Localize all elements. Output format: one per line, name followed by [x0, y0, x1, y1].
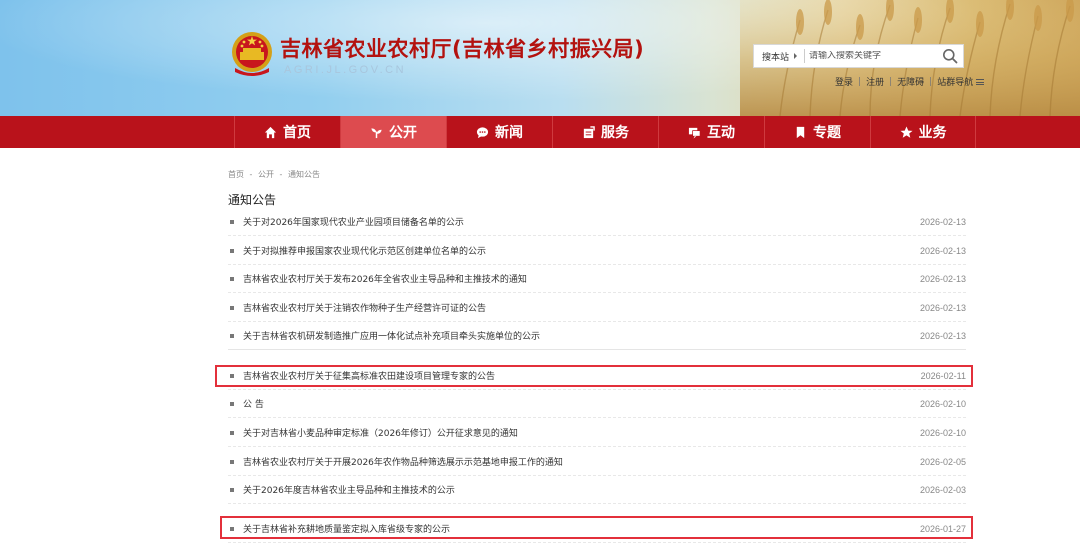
link-separator: | — [858, 76, 862, 87]
nav-item-label: 公开 — [389, 125, 417, 141]
login-link[interactable]: 登录 — [835, 75, 853, 88]
notice-row[interactable]: 吉林省农业农村厅关于征集高标准农田建设项目管理专家的公告 2026-02-11 — [228, 362, 966, 390]
notice-title[interactable]: 公 告 — [243, 397, 920, 410]
bullet-icon — [230, 219, 234, 224]
notice-row[interactable]: 吉林省农业农村厅关于发布2026年全省农业主导品种和主推技术的通知 2026-0… — [228, 265, 966, 293]
nav-item-label: 服务 — [601, 125, 629, 141]
breadcrumb-public[interactable]: 公开 — [258, 170, 274, 179]
notice-date: 2026-02-13 — [919, 302, 966, 313]
notice-row[interactable]: 关于对2026年国家现代农业产业园项目储备名单的公示 2026-02-13 — [228, 208, 966, 236]
link-separator: | — [929, 76, 933, 87]
site-title[interactable]: 吉林省农业农村厅(吉林省乡村振兴局) — [280, 33, 644, 63]
breadcrumb-separator: - — [279, 170, 283, 179]
nav-item-home[interactable]: 首页 — [234, 116, 340, 148]
notice-date: 2026-02-10 — [919, 427, 966, 438]
notice-title[interactable]: 关于对拟推荐申报国家农业现代化示范区创建单位名单的公示 — [243, 244, 920, 257]
search-divider — [804, 49, 805, 63]
notice-title[interactable]: 关于对2026年国家现代农业产业园项目储备名单的公示 — [243, 215, 920, 228]
notice-row[interactable]: 关于吉林省补充耕地质量鉴定拟入库省级专家的公示 2026-01-27 — [228, 515, 966, 543]
nav-item-label: 新闻 — [495, 125, 523, 141]
link-separator: | — [889, 76, 893, 87]
nav-item-topics[interactable]: 专题 — [764, 116, 870, 148]
notice-date: 2026-02-05 — [919, 456, 966, 467]
chat-icon — [476, 126, 489, 138]
bullet-icon — [230, 526, 234, 531]
caret-right-icon — [794, 53, 798, 59]
search-input[interactable] — [809, 51, 939, 61]
register-link[interactable]: 注册 — [866, 75, 884, 88]
notice-title[interactable]: 吉林省农业农村厅关于开展2026年农作物品种筛选展示示范基地申报工作的通知 — [243, 455, 920, 468]
search-box: 搜本站 — [753, 44, 964, 68]
notice-row[interactable]: 关于对吉林省小麦品种审定标准（2026年修订）公开征求意见的通知 2026-02… — [228, 419, 966, 447]
notice-date: 2026-01-27 — [919, 523, 966, 534]
accessibility-link[interactable]: 无障碍 — [897, 75, 924, 88]
main-nav: 首页 公开 新闻 服务 互动 专题 业务 — [0, 116, 1080, 148]
notice-title[interactable]: 关于吉林省补充耕地质量鉴定拟入库省级专家的公示 — [243, 522, 920, 535]
nav-item-label: 互动 — [707, 125, 735, 141]
search-icon[interactable] — [942, 48, 958, 64]
notice-title[interactable]: 关于对吉林省小麦品种审定标准（2026年修订）公开征求意见的通知 — [243, 426, 920, 439]
breadcrumb: 首页 - 公开 - 通知公告 — [228, 169, 320, 180]
notice-date: 2026-02-10 — [919, 398, 966, 409]
notice-title[interactable]: 关于2026年度吉林省农业主导品种和主推技术的公示 — [243, 483, 920, 496]
notice-title[interactable]: 关于吉林省农机研发制造推广应用一体化试点补充项目牵头实施单位的公示 — [243, 329, 920, 342]
search-scope-select[interactable]: 搜本站 — [754, 50, 802, 63]
bullet-icon — [230, 487, 234, 492]
bullet-icon — [230, 276, 234, 281]
notice-title[interactable]: 吉林省农业农村厅关于发布2026年全省农业主导品种和主推技术的通知 — [243, 272, 920, 285]
document-icon — [583, 125, 595, 138]
bookmark-icon — [796, 126, 805, 138]
nav-item-label: 专题 — [813, 125, 841, 141]
section-title: 通知公告 — [228, 193, 277, 207]
bullet-icon — [230, 401, 234, 406]
nav-item-service[interactable]: 服务 — [552, 116, 658, 148]
bullet-icon — [230, 373, 234, 378]
breadcrumb-separator: - — [249, 170, 253, 179]
notice-date: 2026-02-13 — [919, 330, 966, 341]
site-domain: AGRI.JL.GOV.CN — [284, 64, 407, 76]
nav-item-label: 首页 — [283, 125, 311, 141]
notice-date: 2026-02-13 — [919, 216, 966, 227]
sprout-icon — [371, 127, 382, 138]
breadcrumb-notices[interactable]: 通知公告 — [288, 170, 320, 179]
header-banner: 吉林省农业农村厅(吉林省乡村振兴局) AGRI.JL.GOV.CN 搜本站 登录… — [0, 0, 1080, 116]
notice-row[interactable]: 公 告 2026-02-10 — [228, 390, 966, 418]
bullet-icon — [230, 305, 234, 310]
notice-date: 2026-02-03 — [919, 484, 966, 495]
national-emblem-icon — [232, 32, 272, 76]
notice-row[interactable]: 吉林省农业农村厅关于注销农作物种子生产经营许可证的公告 2026-02-13 — [228, 294, 966, 322]
notice-row[interactable]: 关于对拟推荐申报国家农业现代化示范区创建单位名单的公示 2026-02-13 — [228, 237, 966, 265]
bullet-icon — [230, 459, 234, 464]
notice-date: 2026-02-13 — [919, 245, 966, 256]
top-links: 登录 | 注册 | 无障碍 | 站群导航 — [835, 75, 985, 88]
notice-row[interactable]: 吉林省农业农村厅关于开展2026年农作物品种筛选展示示范基地申报工作的通知 20… — [228, 448, 966, 476]
notice-title[interactable]: 吉林省农业农村厅关于征集高标准农田建设项目管理专家的公告 — [243, 369, 921, 382]
site-group-nav-link[interactable]: 站群导航 — [937, 75, 973, 88]
nav-item-business[interactable]: 业务 — [870, 116, 976, 148]
notice-row[interactable]: 关于2026年度吉林省农业主导品种和主推技术的公示 2026-02-03 — [228, 476, 966, 504]
nav-item-interact[interactable]: 互动 — [658, 116, 764, 148]
breadcrumb-home[interactable]: 首页 — [228, 170, 244, 179]
bullet-icon — [230, 248, 234, 253]
notice-date: 2026-02-13 — [919, 273, 966, 284]
star-icon — [899, 125, 913, 138]
notice-title[interactable]: 吉林省农业农村厅关于注销农作物种子生产经营许可证的公告 — [243, 301, 920, 314]
bullet-icon — [230, 430, 234, 435]
bullet-icon — [230, 333, 234, 338]
notice-row[interactable]: 关于吉林省农机研发制造推广应用一体化试点补充项目牵头实施单位的公示 2026-0… — [228, 322, 966, 350]
nav-item-public[interactable]: 公开 — [340, 116, 446, 148]
nav-item-label: 业务 — [918, 125, 947, 141]
home-icon — [264, 126, 277, 138]
notice-date: 2026-02-11 — [920, 370, 966, 381]
nav-item-news[interactable]: 新闻 — [446, 116, 552, 148]
dialog-icon — [688, 127, 701, 139]
menu-icon[interactable] — [976, 78, 985, 85]
search-scope-label: 搜本站 — [762, 52, 790, 63]
